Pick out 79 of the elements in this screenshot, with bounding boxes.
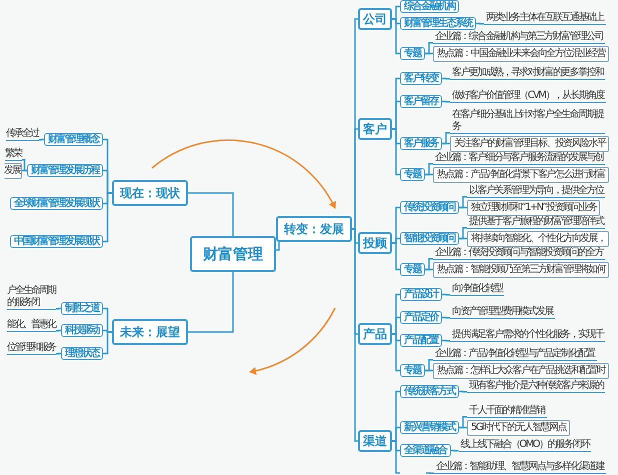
connector-line: [459, 390, 467, 392]
note-box: 发展: [4, 162, 22, 178]
subtopic-node[interactable]: 专题: [400, 364, 425, 377]
subtopic-node[interactable]: 产品设计: [400, 288, 442, 301]
note-box: 关注客户的财富管理目标、投资风险水平: [450, 136, 610, 152]
subtopic-node[interactable]: 客户转变: [400, 72, 442, 85]
note-text: 企业篇：综合金融机构与第三方财富管理公司: [433, 30, 606, 44]
note-text: 位管理和服务: [7, 342, 56, 354]
subtopic-node[interactable]: 科技驱动: [61, 324, 103, 337]
note-text: 企业篇：传统投资顾问与智能投资顾问的全方: [433, 246, 606, 260]
connector-line: [442, 294, 450, 296]
note-text: 提供基于客户旅程的财富管理陪伴式: [467, 216, 606, 228]
category-node[interactable]: 渠道: [358, 430, 392, 452]
subtopic-node[interactable]: 新兴营销模式: [400, 421, 459, 434]
main-topic[interactable]: 未来：展望: [112, 319, 188, 345]
connector-line: [476, 22, 484, 24]
category-node[interactable]: 投顾: [358, 232, 392, 254]
note-text: 传承全过: [6, 128, 39, 140]
category-node[interactable]: 客户: [358, 118, 392, 140]
note-text: 企业篇：客户细分与客户服务流程的发展与创: [433, 152, 606, 164]
note-text: 繁荣: [5, 148, 22, 160]
note-box: 热点篇：中国金融业未来会向全方位混业经营: [433, 46, 610, 62]
category-node[interactable]: 公司: [358, 8, 392, 30]
subtopic-node[interactable]: 综合金融机构: [400, 0, 459, 13]
subtopic-node[interactable]: 传统获客方式: [400, 385, 459, 398]
subtopic-node[interactable]: 中国财富管理发展现状: [10, 235, 103, 248]
connector-line: [39, 138, 44, 140]
note-text: 企业篇：智能助理、智慧网点与多样化渠道建: [434, 461, 606, 474]
subtopic-node[interactable]: 智能投资顾问: [400, 232, 459, 245]
connector-line: [442, 316, 450, 318]
subtopic-node[interactable]: 财富管理生态系统: [400, 17, 476, 30]
connector-line: [56, 352, 61, 354]
subtopic-node[interactable]: 财富管理概念: [44, 133, 103, 146]
main-topic[interactable]: 转变：发展: [276, 216, 352, 242]
subtopic-node[interactable]: 全球财富管理发展现状: [10, 197, 103, 210]
note-text: 能化、普惠化: [7, 318, 56, 332]
subtopic-node[interactable]: 产品定价: [400, 311, 442, 324]
connector-line: [56, 330, 61, 332]
connector-line: [442, 340, 450, 342]
note-text: 客户更加成熟，寻求对财富的更多掌控和: [450, 66, 606, 80]
note-box: 热点篇：产品净值化背景下客户怎么进行财富: [433, 166, 610, 182]
note-text: 企业篇：产品净值化转型与产品定制化配置: [433, 348, 597, 360]
subtopic-node[interactable]: 理想状态: [61, 347, 103, 360]
note-box: 将持续向智能化、个性化方向发展，: [467, 230, 610, 246]
subtopic-node[interactable]: 专题: [400, 47, 425, 60]
note-box: 热点篇：怎样让大众客户在产品挑选和配置时: [433, 362, 610, 378]
subtopic-node[interactable]: 客户留存: [400, 95, 442, 108]
note-text: 现有客户推介是六种传统客户来源的: [467, 380, 606, 392]
note-box: 独立理财师和“1+N”投资顾问业务: [467, 200, 600, 216]
subtopic-node[interactable]: 制胜之道: [61, 302, 103, 315]
note-text: 千人千面的精准营销: [467, 404, 547, 418]
connector-line: [442, 100, 450, 102]
note-text: 在客户细分基础上针对客户全生命周期提 务: [450, 108, 606, 134]
note-text: 提供满足客户需求的个性化服务，实现千: [450, 328, 606, 342]
connector-line: [188, 192, 234, 236]
subtopic-node[interactable]: 专题: [400, 168, 425, 181]
connector-line: [442, 78, 450, 80]
note-text: 以客户关系管理为导向，提供全方位: [467, 184, 606, 198]
note-text: 户全生命周期 的服务闭: [7, 284, 56, 310]
subtopic-node[interactable]: 财富管理发展历程: [27, 164, 103, 177]
note-text: 线上线下融合（OMO）的服务闭环: [458, 438, 592, 452]
subtopic-node[interactable]: 客户服务: [400, 137, 442, 150]
main-topic[interactable]: 现在：现状: [112, 180, 188, 206]
note-box: 5G时代下的无人智慧网点: [467, 420, 570, 436]
subtopic-node[interactable]: 全渠道融合: [400, 444, 450, 457]
subtopic-node[interactable]: 产品配置: [400, 334, 442, 347]
central-topic[interactable]: 财富管理: [190, 236, 276, 272]
connector-line: [450, 450, 458, 452]
note-text: 向净值化转型: [450, 282, 504, 296]
connector-line: [188, 272, 234, 333]
category-node[interactable]: 产品: [358, 323, 392, 345]
subtopic-node[interactable]: 传统投资顾问: [400, 201, 459, 214]
note-box: 热点篇：智能投顾乃至第三方财富管理将如何: [433, 262, 610, 278]
note-text: 向资产管理型费用模式发展: [450, 306, 555, 318]
connector-line: [426, 472, 434, 474]
note-text: 做好客户价值管理（CVM），从长期角度: [450, 90, 606, 102]
connector-line: [56, 308, 61, 310]
note-text: 两类业务主体在互联互通基础上: [484, 12, 606, 24]
subtopic-node[interactable]: 专题: [400, 263, 425, 276]
